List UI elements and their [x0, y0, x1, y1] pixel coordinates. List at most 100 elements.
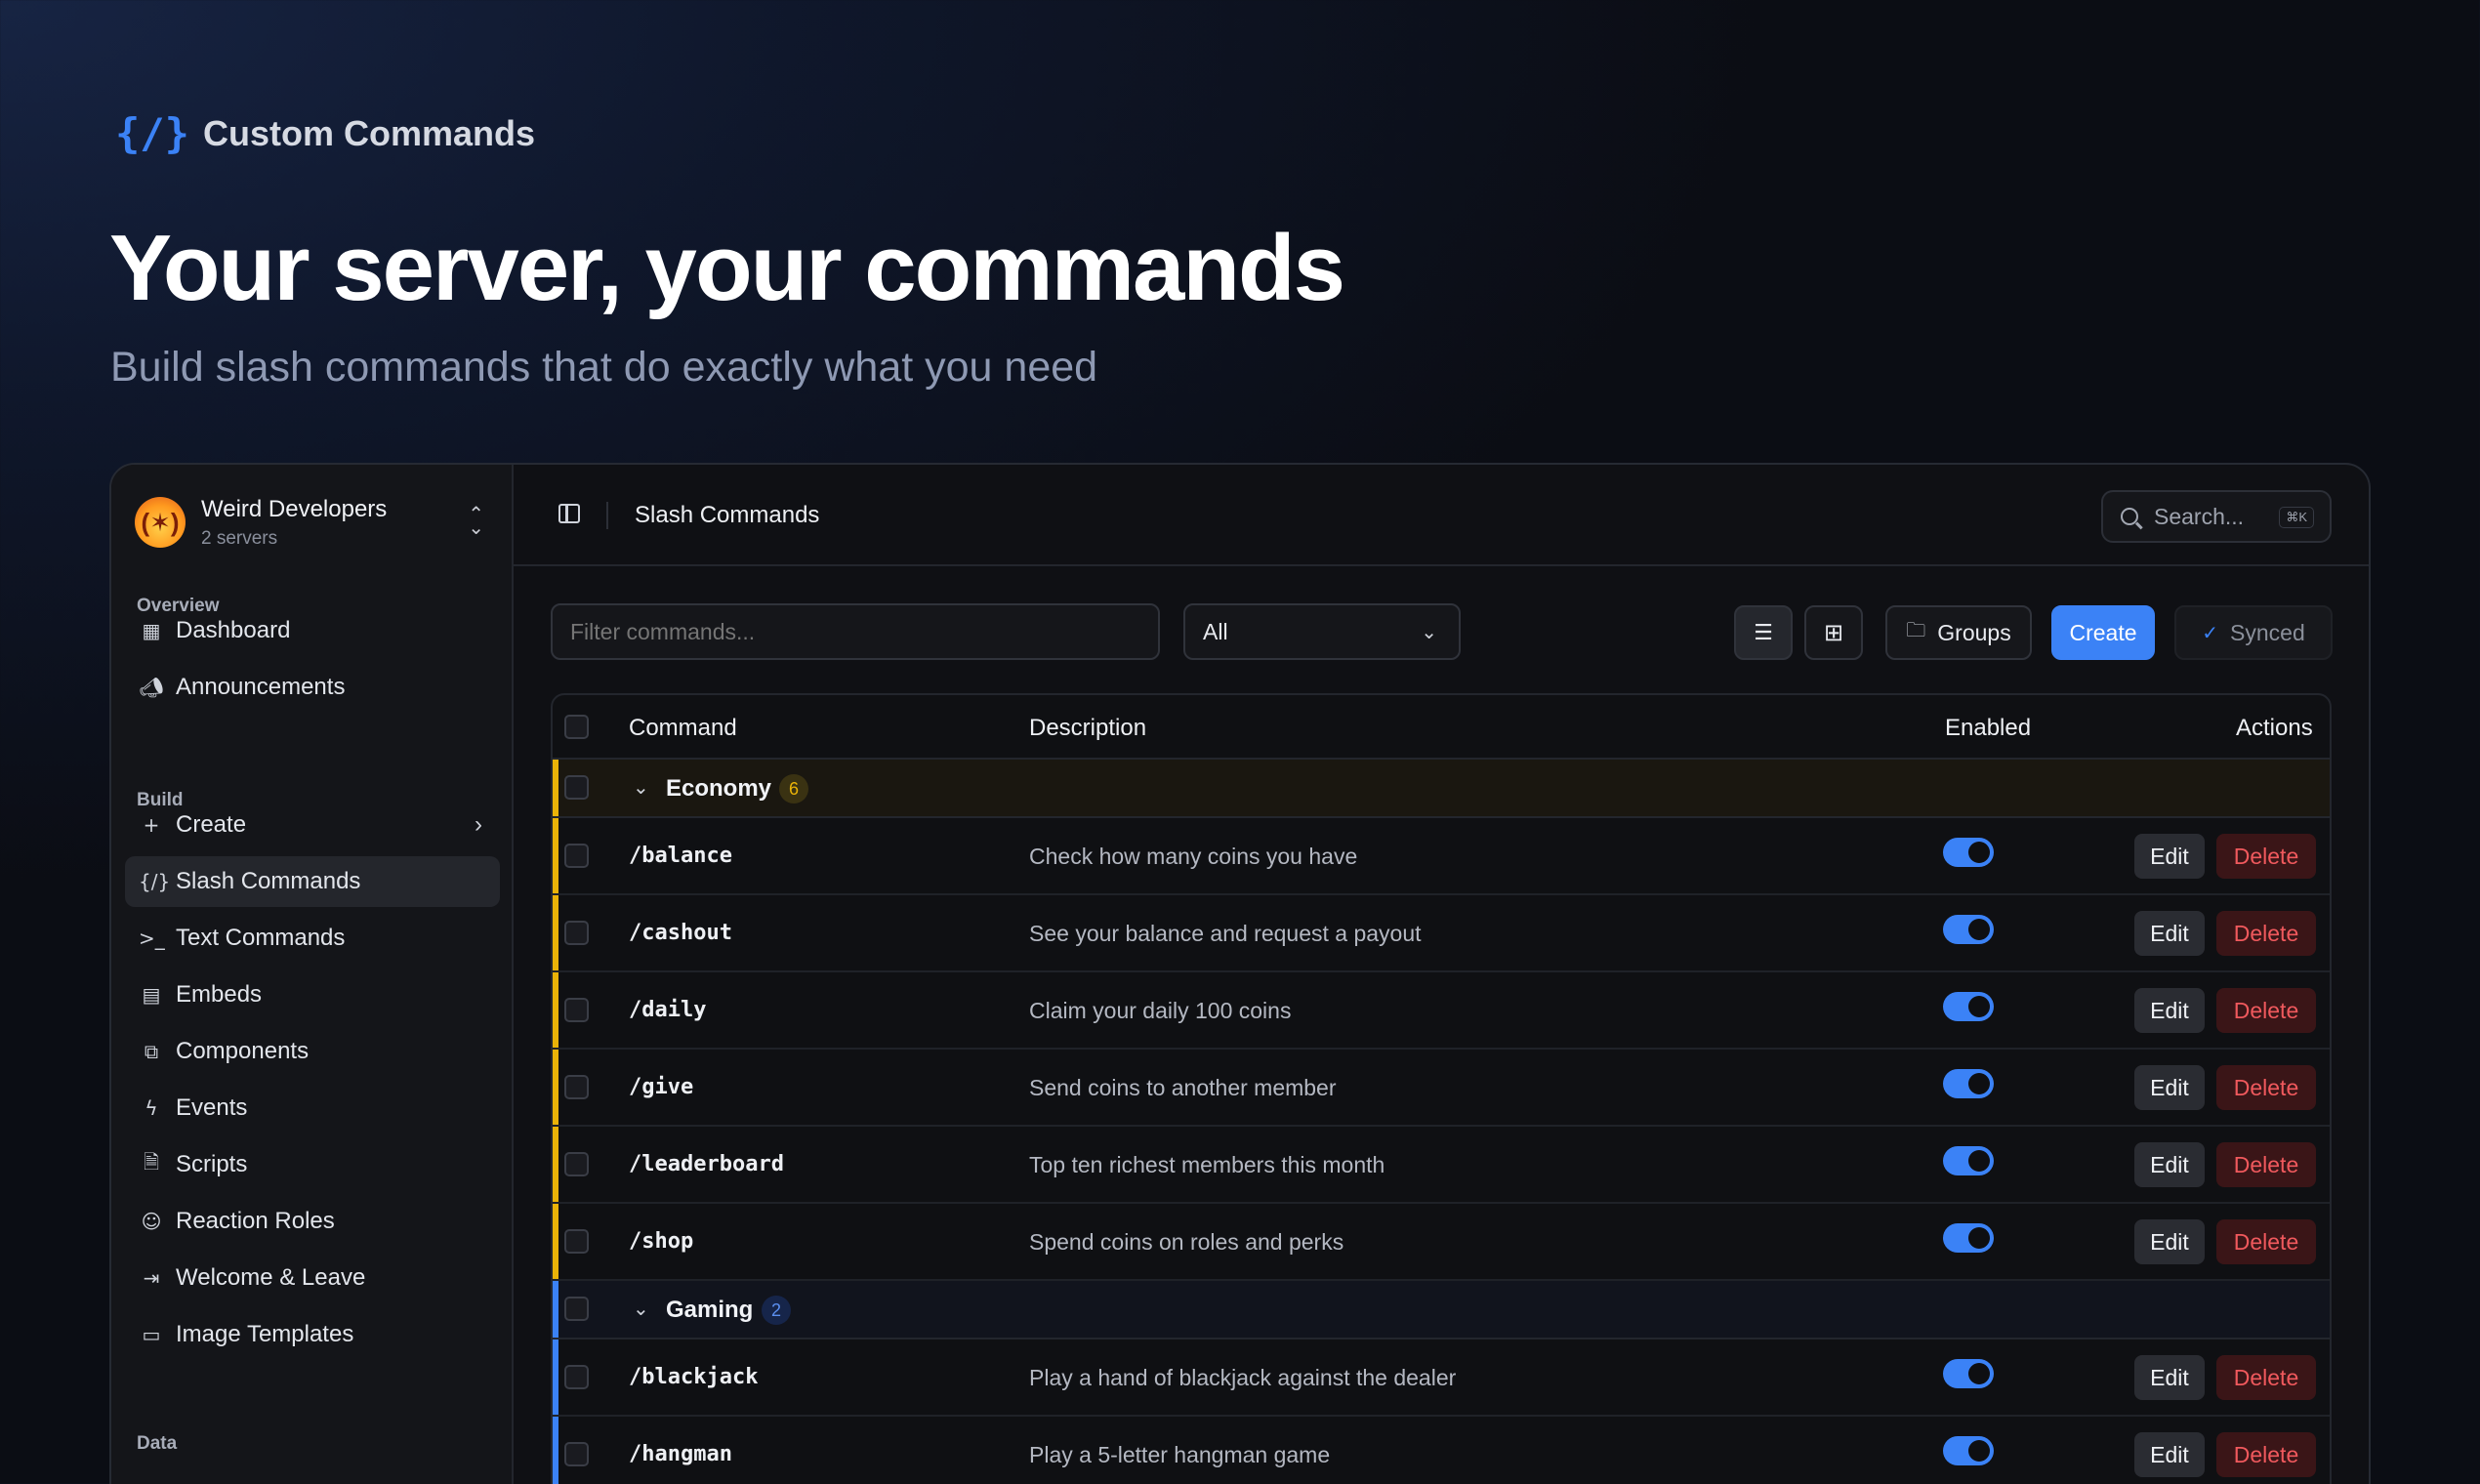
edit-button[interactable]: Edit: [2134, 911, 2205, 956]
enabled-toggle[interactable]: [1943, 915, 1994, 944]
server-switcher[interactable]: (✶) Weird Developers 2 servers ⌃ ⌄: [135, 490, 492, 555]
row-checkbox[interactable]: [564, 998, 589, 1022]
delete-button[interactable]: Delete: [2216, 1219, 2316, 1264]
sidebar-item-scripts[interactable]: 🗎︎ Scripts: [125, 1139, 500, 1190]
command-description: Check how many coins you have: [1029, 844, 1358, 869]
row-checkbox[interactable]: [564, 1229, 589, 1254]
group-checkbox[interactable]: [564, 1297, 589, 1321]
filter-input[interactable]: [551, 603, 1160, 660]
command-name: /cashout: [629, 921, 732, 945]
grid-view-button[interactable]: ⊞: [1804, 605, 1863, 660]
row-checkbox[interactable]: [564, 1152, 589, 1176]
enabled-toggle[interactable]: [1943, 1436, 1994, 1465]
enabled-toggle[interactable]: [1943, 992, 1994, 1021]
row-checkbox[interactable]: [564, 1365, 589, 1389]
group-checkbox[interactable]: [564, 775, 589, 800]
delete-button[interactable]: Delete: [2216, 1355, 2316, 1400]
edit-button[interactable]: Edit: [2134, 1355, 2205, 1400]
sidebar-item-slash-commands[interactable]: {/} Slash Commands: [125, 856, 500, 907]
group-count-badge: 6: [779, 774, 808, 804]
fire-icon: (✶): [135, 497, 186, 548]
grid-icon: ⊞: [1823, 619, 1844, 646]
chevron-down-icon[interactable]: ⌄: [633, 775, 649, 800]
sidebar-item-label: Reaction Roles: [176, 1208, 335, 1234]
sidebar-item-create[interactable]: + Create ›: [125, 800, 500, 850]
megaphone-icon: 📣︎: [139, 676, 164, 699]
edit-button[interactable]: Edit: [2134, 834, 2205, 879]
delete-button[interactable]: Delete: [2216, 1142, 2316, 1187]
chevron-down-icon[interactable]: ⌄: [633, 1297, 649, 1321]
create-button-label: Create: [2069, 619, 2137, 645]
group-count-badge: 2: [762, 1296, 791, 1325]
enabled-toggle[interactable]: [1943, 1359, 1994, 1388]
chevron-right-icon: ›: [475, 811, 482, 838]
list-view-button[interactable]: ☰: [1734, 605, 1793, 660]
command-name: /leaderboard: [629, 1152, 784, 1176]
delete-button[interactable]: Delete: [2216, 1065, 2316, 1110]
sidebar-item-embeds[interactable]: ▤ Embeds: [125, 969, 500, 1020]
delete-button[interactable]: Delete: [2216, 988, 2316, 1033]
commands-table: Command Description Enabled Actions ⌄ Ec…: [551, 693, 2332, 1484]
select-all-checkbox[interactable]: [564, 715, 589, 739]
table-row: /blackjack Play a hand of blackjack agai…: [553, 1340, 2330, 1417]
sidebar-item-events[interactable]: ϟ Events: [125, 1083, 500, 1134]
group-color-bar: [553, 972, 558, 1048]
command-name: /daily: [629, 998, 707, 1022]
group-row-gaming[interactable]: ⌄ Gaming 2: [553, 1281, 2330, 1340]
enabled-toggle[interactable]: [1943, 838, 1994, 867]
enabled-toggle[interactable]: [1943, 1146, 1994, 1175]
group-row-economy[interactable]: ⌄ Economy 6: [553, 760, 2330, 818]
bolt-icon: ϟ: [145, 1096, 158, 1120]
sidebar-item-label: Events: [176, 1094, 248, 1121]
sidebar-item-text-commands[interactable]: >_ Text Commands: [125, 913, 500, 964]
synced-button-label: Synced: [2230, 619, 2305, 645]
row-checkbox[interactable]: [564, 921, 589, 945]
delete-button[interactable]: Delete: [2216, 911, 2316, 956]
command-description: Play a hand of blackjack against the dea…: [1029, 1365, 1457, 1390]
group-select-value: All: [1203, 618, 1228, 644]
group-color-bar: [553, 1127, 558, 1202]
sidebar-item-welcome-leave[interactable]: ⇥ Welcome & Leave: [125, 1253, 500, 1303]
sidebar-item-reaction-roles[interactable]: ☺ Reaction Roles: [125, 1196, 500, 1247]
edit-button[interactable]: Edit: [2134, 1065, 2205, 1110]
command-description: See your balance and request a payout: [1029, 921, 1422, 946]
plus-icon: +: [143, 813, 160, 837]
sidebar-item-announcements[interactable]: 📣︎ Announcements: [125, 662, 500, 713]
table-row: /cashout See your balance and request a …: [553, 895, 2330, 972]
create-button[interactable]: Create: [2051, 605, 2155, 660]
sidebar-item-image-templates[interactable]: ▭ Image Templates: [125, 1309, 500, 1360]
synced-button[interactable]: ✓ Synced: [2174, 605, 2333, 660]
row-checkbox[interactable]: [564, 1442, 589, 1466]
delete-button[interactable]: Delete: [2216, 834, 2316, 879]
group-color-bar: [553, 760, 558, 816]
server-count: 2 servers: [201, 527, 278, 549]
edit-button[interactable]: Edit: [2134, 1432, 2205, 1477]
group-color-bar: [553, 1050, 558, 1125]
search-box[interactable]: Search... ⌘K: [2101, 490, 2332, 543]
command-name: /balance: [629, 844, 732, 868]
edit-button[interactable]: Edit: [2134, 1219, 2205, 1264]
code-braces-icon: {/}: [115, 109, 189, 157]
topbar-divider: [606, 502, 608, 529]
table-row: /leaderboard Top ten richest members thi…: [553, 1127, 2330, 1204]
column-enabled: Enabled: [1945, 715, 2032, 741]
group-name: Economy: [666, 775, 772, 802]
sidebar-toggle-icon[interactable]: [558, 504, 580, 523]
dashboard-icon: ▦: [142, 619, 161, 642]
embed-icon: ▤: [142, 983, 161, 1007]
groups-button[interactable]: 🗀︎ Groups: [1885, 605, 2032, 660]
row-checkbox[interactable]: [564, 844, 589, 868]
sidebar-item-dashboard[interactable]: ▦ Dashboard: [125, 605, 500, 656]
row-checkbox[interactable]: [564, 1075, 589, 1099]
delete-button[interactable]: Delete: [2216, 1432, 2316, 1477]
toolbar: All ⌄ ☰ ⊞ 🗀︎ Groups Create ✓ Synced: [514, 566, 2369, 683]
hero-subtitle: Build slash commands that do exactly wha…: [110, 344, 1098, 391]
edit-button[interactable]: Edit: [2134, 988, 2205, 1033]
edit-button[interactable]: Edit: [2134, 1142, 2205, 1187]
enabled-toggle[interactable]: [1943, 1223, 1994, 1253]
enabled-toggle[interactable]: [1943, 1069, 1994, 1098]
table-row: /hangman Play a 5-letter hangman game Ed…: [553, 1417, 2330, 1484]
sidebar-item-components[interactable]: ⧉ Components: [125, 1026, 500, 1077]
group-select[interactable]: All ⌄: [1183, 603, 1461, 660]
groups-button-label: Groups: [1937, 619, 2011, 645]
